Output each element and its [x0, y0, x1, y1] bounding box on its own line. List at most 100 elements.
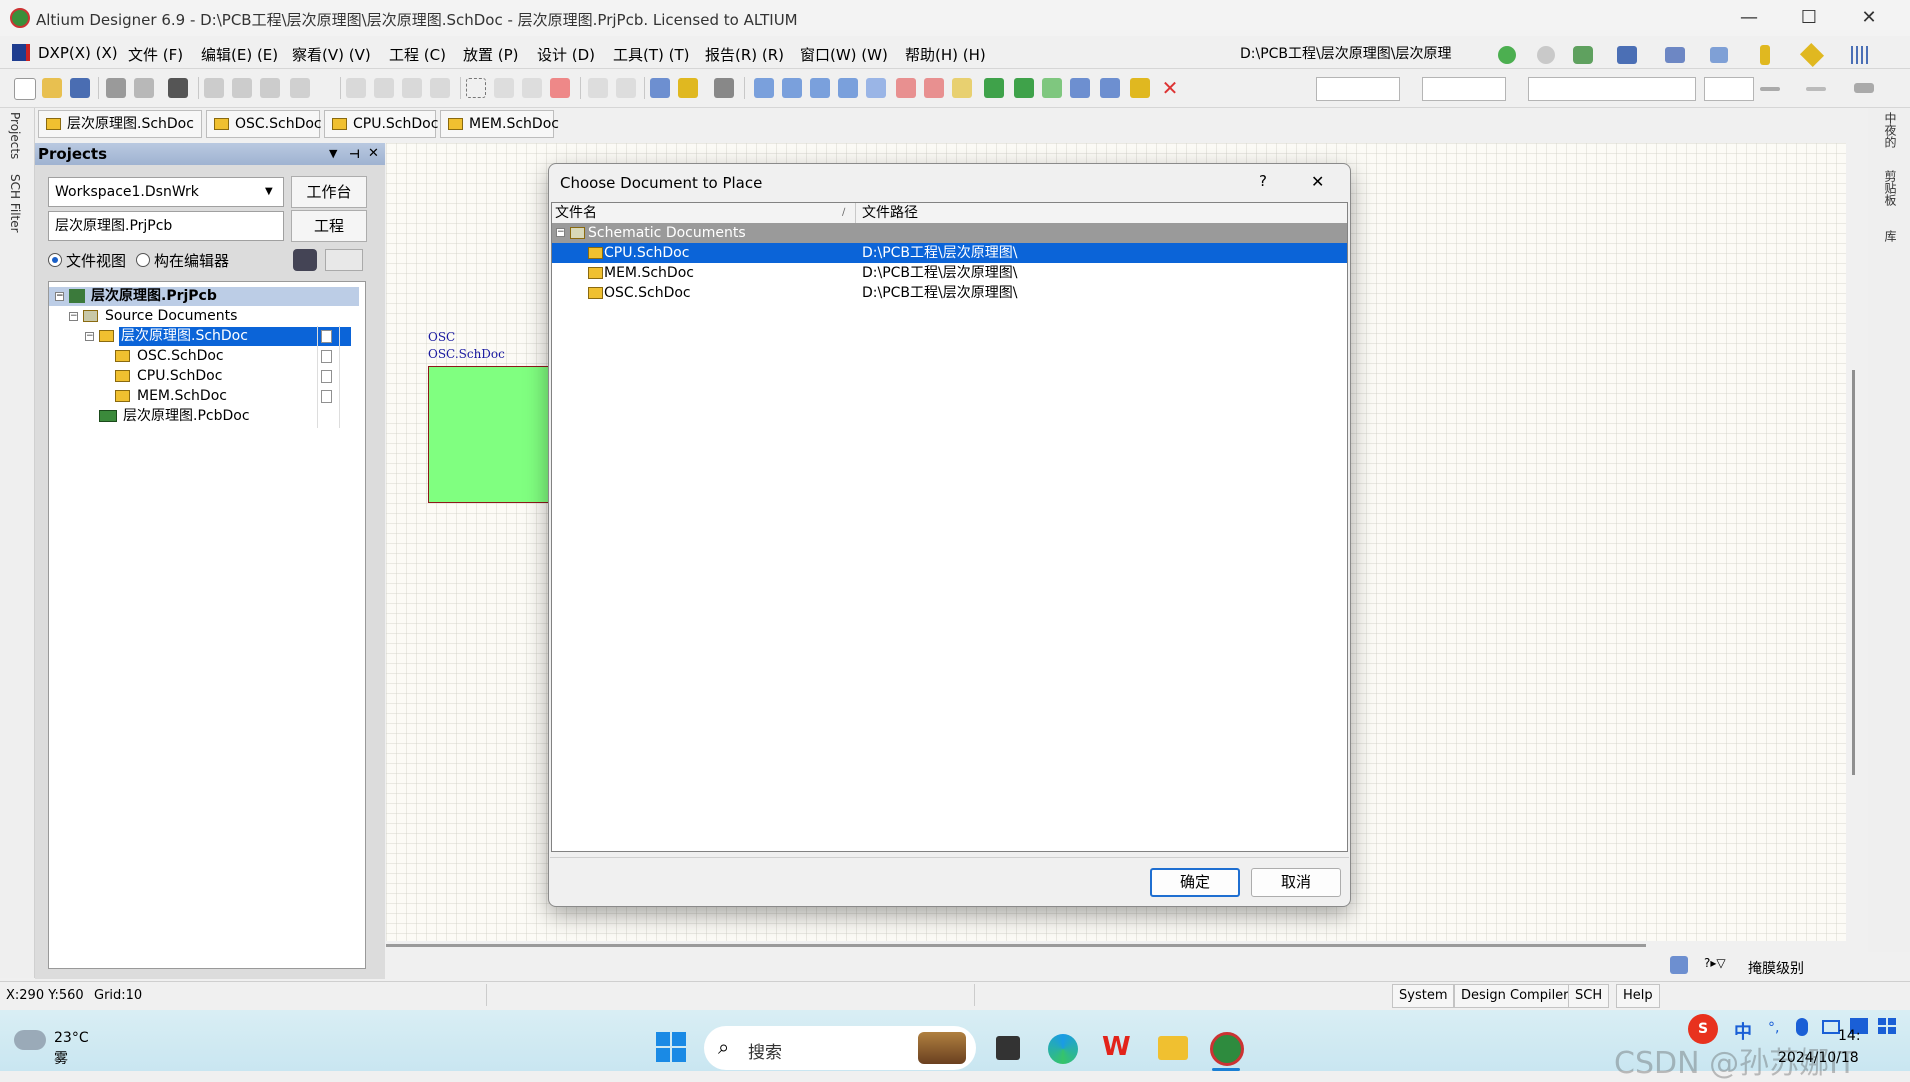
filter-icon[interactable] [290, 78, 310, 98]
project-combo[interactable]: 层次原理图.PrjPcb [48, 211, 284, 241]
paste-icon[interactable] [402, 78, 422, 98]
tab-top-sheet[interactable]: 层次原理图.SchDoc [38, 110, 202, 138]
cancel-button[interactable]: 取消 [1251, 868, 1341, 897]
file-explorer-icon[interactable] [1158, 1036, 1188, 1060]
place-port-icon[interactable] [1070, 78, 1090, 98]
line-width-icon[interactable] [1760, 87, 1780, 91]
grid-icon[interactable] [1851, 46, 1869, 64]
panel-close-icon[interactable]: ✕ [368, 143, 379, 165]
tree-child-row[interactable]: CPU.SchDoc [49, 367, 359, 386]
close-button[interactable]: ✕ [1840, 0, 1898, 36]
document-path-combo[interactable]: D:\PCB工程\层次原理图\层次原理 [1240, 42, 1490, 66]
collapse-icon[interactable]: − [69, 312, 78, 321]
menu-place[interactable]: 放置 (P) [463, 44, 519, 65]
copy-icon[interactable] [374, 78, 394, 98]
file-view-radio[interactable] [48, 253, 62, 267]
redo-icon[interactable] [616, 78, 636, 98]
project-options-icon[interactable] [293, 249, 317, 271]
cut-icon[interactable] [346, 78, 366, 98]
right-strip-tab[interactable]: 中夜的 [1882, 112, 1899, 148]
select-area-icon[interactable] [466, 78, 486, 98]
punctuation-icon[interactable]: °, [1768, 1020, 1782, 1036]
tree-child-row[interactable]: OSC.SchDoc [49, 347, 359, 366]
place-off-sheet-icon[interactable] [1100, 78, 1120, 98]
tree-child-row[interactable]: MEM.SchDoc [49, 387, 359, 406]
col-header-path[interactable]: 文件路径 [862, 203, 918, 223]
menu-edit[interactable]: 编辑(E) (E) [201, 44, 278, 65]
rubber-stamp-icon[interactable] [430, 78, 450, 98]
port-tool-icon[interactable] [1760, 45, 1770, 65]
toolbar-combo-4[interactable] [1704, 77, 1754, 101]
tree-source-docs-row[interactable]: − Source Documents [49, 307, 359, 326]
windows-start-icon[interactable] [656, 1032, 686, 1062]
place-bus-entry-icon[interactable] [810, 78, 830, 98]
task-view-icon[interactable] [996, 1036, 1020, 1060]
project-button[interactable]: 工程 [291, 210, 367, 242]
status-tab-design-compiler[interactable]: Design Compiler [1454, 984, 1576, 1008]
filter-dropdown-icon[interactable]: ?▸▽ [1704, 956, 1736, 974]
document-row[interactable]: MEM.SchDoc D:\PCB工程\层次原理图\ [552, 263, 1347, 283]
wire-tool-icon[interactable] [1617, 46, 1637, 64]
toolbox-icon[interactable] [1878, 1018, 1896, 1034]
menu-window[interactable]: 窗口(W) (W) [800, 44, 888, 65]
menu-reports[interactable]: 报告(R) (R) [705, 44, 784, 65]
zoom-selected-icon[interactable] [260, 78, 280, 98]
dialog-close-button[interactable]: ✕ [1311, 172, 1324, 191]
menu-file[interactable]: 文件 (F) [128, 44, 183, 65]
place-vcc-icon[interactable] [924, 78, 944, 98]
status-tab-system[interactable]: System [1392, 984, 1455, 1008]
weather-icon[interactable] [14, 1030, 46, 1050]
tree-top-sheet-row[interactable]: − 层次原理图.SchDoc [49, 327, 359, 346]
print-preview-icon[interactable] [134, 78, 154, 98]
pin-icon[interactable]: ⊣ [349, 143, 360, 165]
back-icon[interactable] [1498, 46, 1516, 64]
collapse-icon[interactable]: − [55, 292, 64, 301]
status-tab-sch[interactable]: SCH [1568, 984, 1610, 1008]
menu-dxp[interactable]: DXP(X) (X) [38, 44, 118, 62]
place-net-label-icon[interactable] [866, 78, 886, 98]
tree-project-row[interactable]: − 层次原理图.PrjPcb [49, 287, 359, 306]
browse-library-icon[interactable] [714, 78, 734, 98]
zoom-fit-icon[interactable] [204, 78, 224, 98]
place-sheet-symbol-icon[interactable] [984, 78, 1004, 98]
open-file-icon[interactable] [42, 78, 62, 98]
no-erc-icon[interactable]: ✕ [1160, 78, 1180, 98]
clear-filter-icon[interactable] [1670, 956, 1688, 974]
collapse-icon[interactable]: − [85, 332, 94, 341]
dialog-help-button[interactable]: ? [1259, 172, 1267, 190]
bus-tool-icon[interactable] [1665, 47, 1685, 63]
tree-pcb-row[interactable]: 层次原理图.PcbDoc [49, 407, 359, 426]
new-file-icon[interactable] [14, 78, 36, 100]
place-bus-icon[interactable] [782, 78, 802, 98]
menu-design[interactable]: 设计 (D) [537, 44, 595, 65]
taskbar-search[interactable]: ⌕ 搜索 [704, 1026, 976, 1070]
open-device-view-icon[interactable] [168, 78, 188, 98]
menu-help[interactable]: 帮助(H) (H) [905, 44, 986, 65]
tab-mem[interactable]: MEM.SchDoc [440, 110, 559, 138]
zoom-area-icon[interactable] [232, 78, 252, 98]
status-tab-help[interactable]: Help [1616, 984, 1660, 1008]
menu-tools[interactable]: 工具(T) (T) [613, 44, 690, 65]
toolbar-combo-1[interactable] [1316, 77, 1400, 101]
place-device-sheet-icon[interactable] [1042, 78, 1062, 98]
sch-filter-strip-tab[interactable]: SCH Filter [8, 174, 22, 233]
place-net-label-entry-icon[interactable] [838, 78, 858, 98]
undo-icon[interactable] [588, 78, 608, 98]
workspace-combo[interactable]: Workspace1.DsnWrk ▼ [48, 177, 284, 207]
collapse-icon[interactable]: − [556, 228, 565, 237]
save-icon[interactable] [70, 78, 90, 98]
scrollbar-thumb[interactable] [386, 944, 1646, 947]
place-directive-icon[interactable] [1130, 78, 1150, 98]
document-row[interactable]: OSC.SchDoc D:\PCB工程\层次原理图\ [552, 283, 1347, 303]
cross-probe-icon[interactable] [678, 78, 698, 98]
place-sheet-entry-icon[interactable] [1014, 78, 1034, 98]
deselect-icon[interactable] [550, 78, 570, 98]
minimize-button[interactable]: — [1720, 0, 1778, 36]
ok-button[interactable]: 确定 [1150, 868, 1240, 897]
workspace-button[interactable]: 工作台 [291, 176, 367, 208]
menu-project[interactable]: 工程 (C) [389, 44, 446, 65]
voice-input-icon[interactable] [1796, 1018, 1808, 1036]
line-style-icon[interactable] [1806, 87, 1826, 91]
panel-menu-icon[interactable]: ▼ [329, 143, 337, 165]
cross-select-icon[interactable] [522, 78, 542, 98]
